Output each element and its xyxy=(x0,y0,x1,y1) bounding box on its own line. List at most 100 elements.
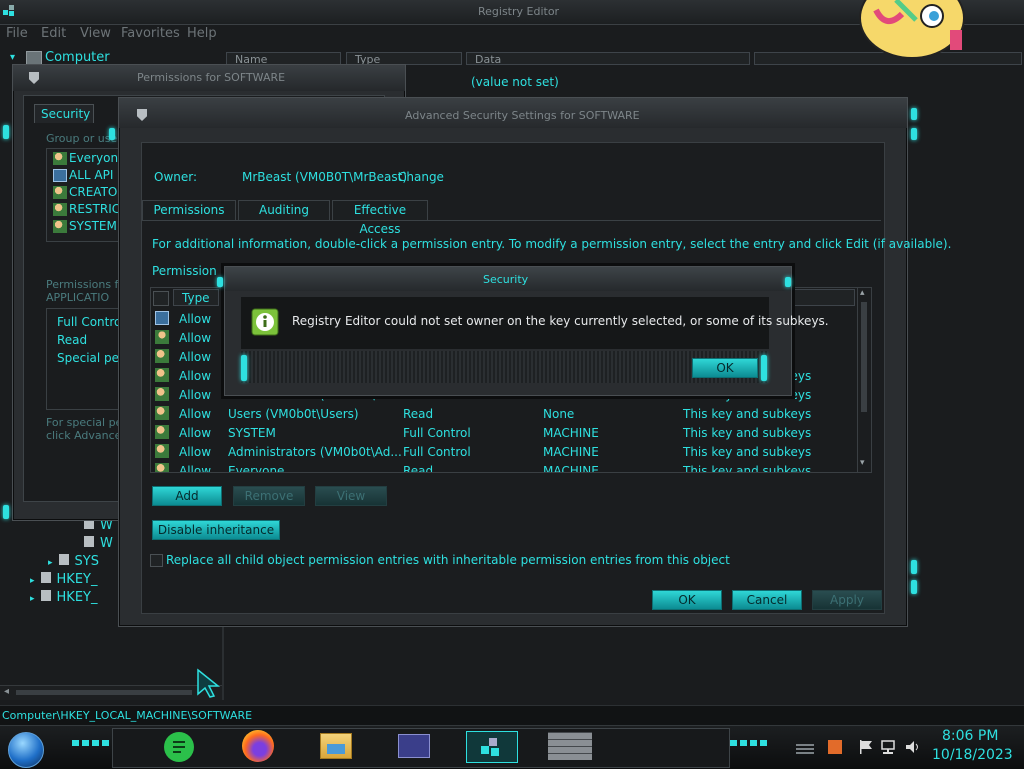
tree-item-3[interactable]: ▸ SYS xyxy=(48,554,99,569)
clock-time[interactable]: 8:06 PM xyxy=(942,728,998,744)
group-item[interactable]: CREATO xyxy=(53,185,117,199)
ok-button[interactable]: OK xyxy=(652,590,722,610)
frame-light xyxy=(761,355,767,381)
special-note-1: For special pe xyxy=(46,416,123,429)
shield-icon xyxy=(29,72,39,84)
app-tray-icon[interactable] xyxy=(828,740,842,754)
tree-expand-icon[interactable]: ▾ xyxy=(10,52,15,63)
permission-entries-label: Permission e xyxy=(152,264,228,278)
group-item[interactable]: SYSTEM xyxy=(53,219,117,233)
security-title-bar[interactable]: Security xyxy=(225,267,791,291)
change-owner-link[interactable]: Change xyxy=(398,170,444,184)
table-vscrollbar[interactable]: ▴ ▾ xyxy=(857,288,871,472)
scroll-down-icon[interactable]: ▾ xyxy=(860,458,865,468)
security-ok-button[interactable]: OK xyxy=(692,358,758,378)
expand-arrow-icon: ▸ xyxy=(48,558,53,568)
status-bar: Computer\HKEY_LOCAL_MACHINE\SOFTWARE xyxy=(0,705,1024,726)
users-icon xyxy=(155,368,169,382)
add-button[interactable]: Add xyxy=(152,486,222,506)
security-popup-title: Security xyxy=(483,273,529,286)
registry-icon xyxy=(2,4,16,18)
firewall-icon[interactable] xyxy=(548,732,592,760)
menu-file[interactable]: File xyxy=(6,26,28,41)
control-panel-icon[interactable] xyxy=(398,734,430,758)
user-icon xyxy=(155,311,169,325)
tab-security[interactable]: Security xyxy=(34,104,94,123)
users-icon xyxy=(155,406,169,420)
frame-light xyxy=(109,128,115,140)
table-row[interactable]: Allow SYSTEM Full Control MACHINE This k… xyxy=(151,424,857,443)
frame-light xyxy=(241,355,247,381)
frame-light xyxy=(911,128,917,140)
table-row[interactable]: Allow Everyone Read MACHINE This key and… xyxy=(151,462,857,472)
menu-edit[interactable]: Edit xyxy=(41,26,66,41)
key-icon xyxy=(84,536,94,547)
menu-help[interactable]: Help xyxy=(187,26,217,41)
key-icon xyxy=(40,572,51,583)
security-button-bar: OK xyxy=(241,351,769,383)
users-icon xyxy=(155,349,169,363)
disable-inheritance-button[interactable]: Disable inheritance xyxy=(152,520,280,540)
tree-item-2[interactable]: W xyxy=(84,536,113,551)
show-hidden-icons[interactable] xyxy=(796,742,814,754)
remove-button[interactable]: Remove xyxy=(233,486,305,506)
volume-icon[interactable] xyxy=(904,739,922,755)
perm-full-control: Full Control xyxy=(57,315,125,329)
tree-item-4[interactable]: ▸ HKEY_ xyxy=(30,572,98,587)
menu-view[interactable]: View xyxy=(80,26,111,41)
menu-favorites[interactable]: Favorites xyxy=(121,26,180,41)
users-icon xyxy=(155,444,169,458)
frame-light xyxy=(911,108,917,120)
registry-title: Registry Editor xyxy=(478,5,560,18)
network-icon[interactable] xyxy=(880,739,898,755)
column-data[interactable]: Data xyxy=(466,52,750,66)
start-orb-icon[interactable] xyxy=(8,732,44,768)
tab-auditing[interactable]: Auditing xyxy=(238,200,330,221)
frame-light xyxy=(3,505,9,519)
tree-item-5[interactable]: ▸ HKEY_ xyxy=(30,590,98,605)
view-button[interactable]: View xyxy=(315,486,387,506)
replace-checkbox-label[interactable]: Replace all child object permission entr… xyxy=(166,553,730,567)
replace-checkbox[interactable] xyxy=(150,554,163,567)
clock-date[interactable]: 10/18/2023 xyxy=(932,747,1013,763)
tab-effective-access[interactable]: Effective Access xyxy=(332,200,428,236)
security-popup: Security Registry Editor could not set o… xyxy=(217,266,829,396)
scroll-thumb[interactable] xyxy=(861,302,867,412)
file-explorer-icon[interactable] xyxy=(320,733,352,759)
column-type-header[interactable]: Type xyxy=(173,289,219,306)
computer-icon xyxy=(26,51,42,65)
scroll-left-icon[interactable]: ◂ xyxy=(4,686,9,697)
table-row[interactable]: Allow Administrators (VM0b0t\Ad... Full … xyxy=(151,443,857,462)
tab-permissions[interactable]: Permissions xyxy=(142,200,236,221)
tree-hscrollbar[interactable]: ◂ xyxy=(0,685,222,700)
registry-taskbar-icon[interactable] xyxy=(466,731,518,763)
owner-label: Owner: xyxy=(154,170,198,184)
scroll-up-icon[interactable]: ▴ xyxy=(860,288,865,298)
permissions-title-bar[interactable]: Permissions for SOFTWARE xyxy=(13,65,405,91)
user-icon xyxy=(155,330,169,344)
flag-icon[interactable] xyxy=(858,739,874,755)
pane-splitter[interactable] xyxy=(222,620,224,700)
apply-button[interactable]: Apply xyxy=(812,590,882,610)
value-data[interactable]: (value not set) xyxy=(471,75,559,89)
frame-light xyxy=(785,277,791,287)
table-row[interactable]: Allow Users (VM0b0t\Users) Read None Thi… xyxy=(151,405,857,424)
notes-icon[interactable] xyxy=(164,732,194,762)
users-icon xyxy=(155,463,169,472)
group-item[interactable]: Everyon xyxy=(53,151,118,165)
header-checkbox[interactable] xyxy=(153,291,169,306)
group-item[interactable]: ALL API xyxy=(53,168,113,182)
perm-read: Read xyxy=(57,333,88,347)
mouse-cursor-icon xyxy=(196,668,222,701)
tree-root-computer[interactable]: Computer xyxy=(45,50,110,65)
perm-label: Permissions fo xyxy=(46,278,126,291)
cancel-button[interactable]: Cancel xyxy=(732,590,802,610)
scroll-thumb[interactable] xyxy=(16,690,192,695)
firefox-icon[interactable] xyxy=(242,730,274,762)
menu-bar: File Edit View Favorites Help xyxy=(0,24,230,44)
advanced-title-bar[interactable]: Advanced Security Settings for SOFTWARE xyxy=(119,98,907,128)
group-label: Group or use xyxy=(46,132,118,145)
group-item[interactable]: RESTRIC xyxy=(53,202,120,216)
security-message: Registry Editor could not set owner on t… xyxy=(292,314,829,328)
perm-label-2: APPLICATIO xyxy=(46,291,110,304)
